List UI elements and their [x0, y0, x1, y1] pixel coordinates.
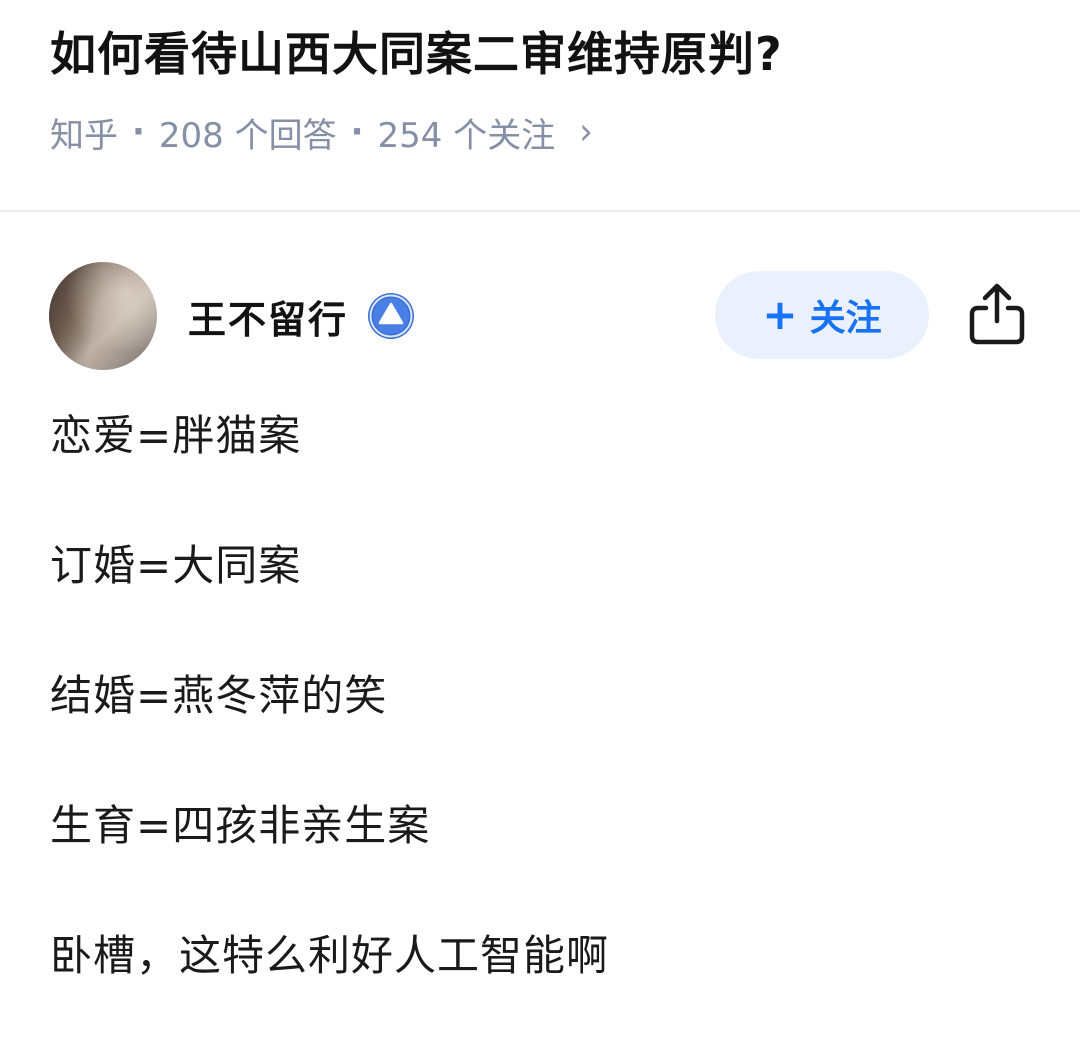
- source-label: 知乎: [50, 115, 118, 156]
- plus-icon: +: [762, 290, 798, 339]
- answer-paragraph: 订婚=大同案: [50, 541, 302, 590]
- answer-paragraph: 恋爱=胖猫案: [50, 411, 302, 460]
- follow-button[interactable]: + 关注: [715, 271, 929, 359]
- answer-paragraph: 卧槽，这特么利好人工智能啊: [50, 931, 610, 980]
- follower-count: 254 个关注: [377, 115, 556, 156]
- answer-count: 208 个回答: [158, 115, 337, 156]
- meta-separator: ·: [350, 112, 364, 152]
- share-icon[interactable]: [966, 281, 1028, 347]
- answer-paragraph: 生育=四孩非亲生案: [50, 801, 431, 850]
- author-name[interactable]: 王不留行: [188, 289, 348, 344]
- avatar[interactable]: [49, 262, 157, 370]
- question-title[interactable]: 如何看待山西大同案二审维持原判?: [50, 18, 783, 90]
- chevron-right-icon[interactable]: ›: [579, 110, 593, 154]
- answer-paragraph: 结婚=燕冬萍的笑: [50, 671, 388, 720]
- answer-content[interactable]: 恋爱=胖猫案 订婚=大同案 结婚=燕冬萍的笑 生育=四孩非亲生案 卧槽，这特么利…: [50, 400, 1040, 1050]
- meta-separator: ·: [132, 112, 145, 152]
- author-info[interactable]: 王不留行: [188, 286, 416, 346]
- question-meta[interactable]: 知乎 · 208 个回答 · 254 个关注 ›: [50, 106, 593, 158]
- follow-button-label: 关注: [809, 298, 882, 339]
- verified-badge-icon: [368, 293, 415, 339]
- divider: [0, 210, 1080, 212]
